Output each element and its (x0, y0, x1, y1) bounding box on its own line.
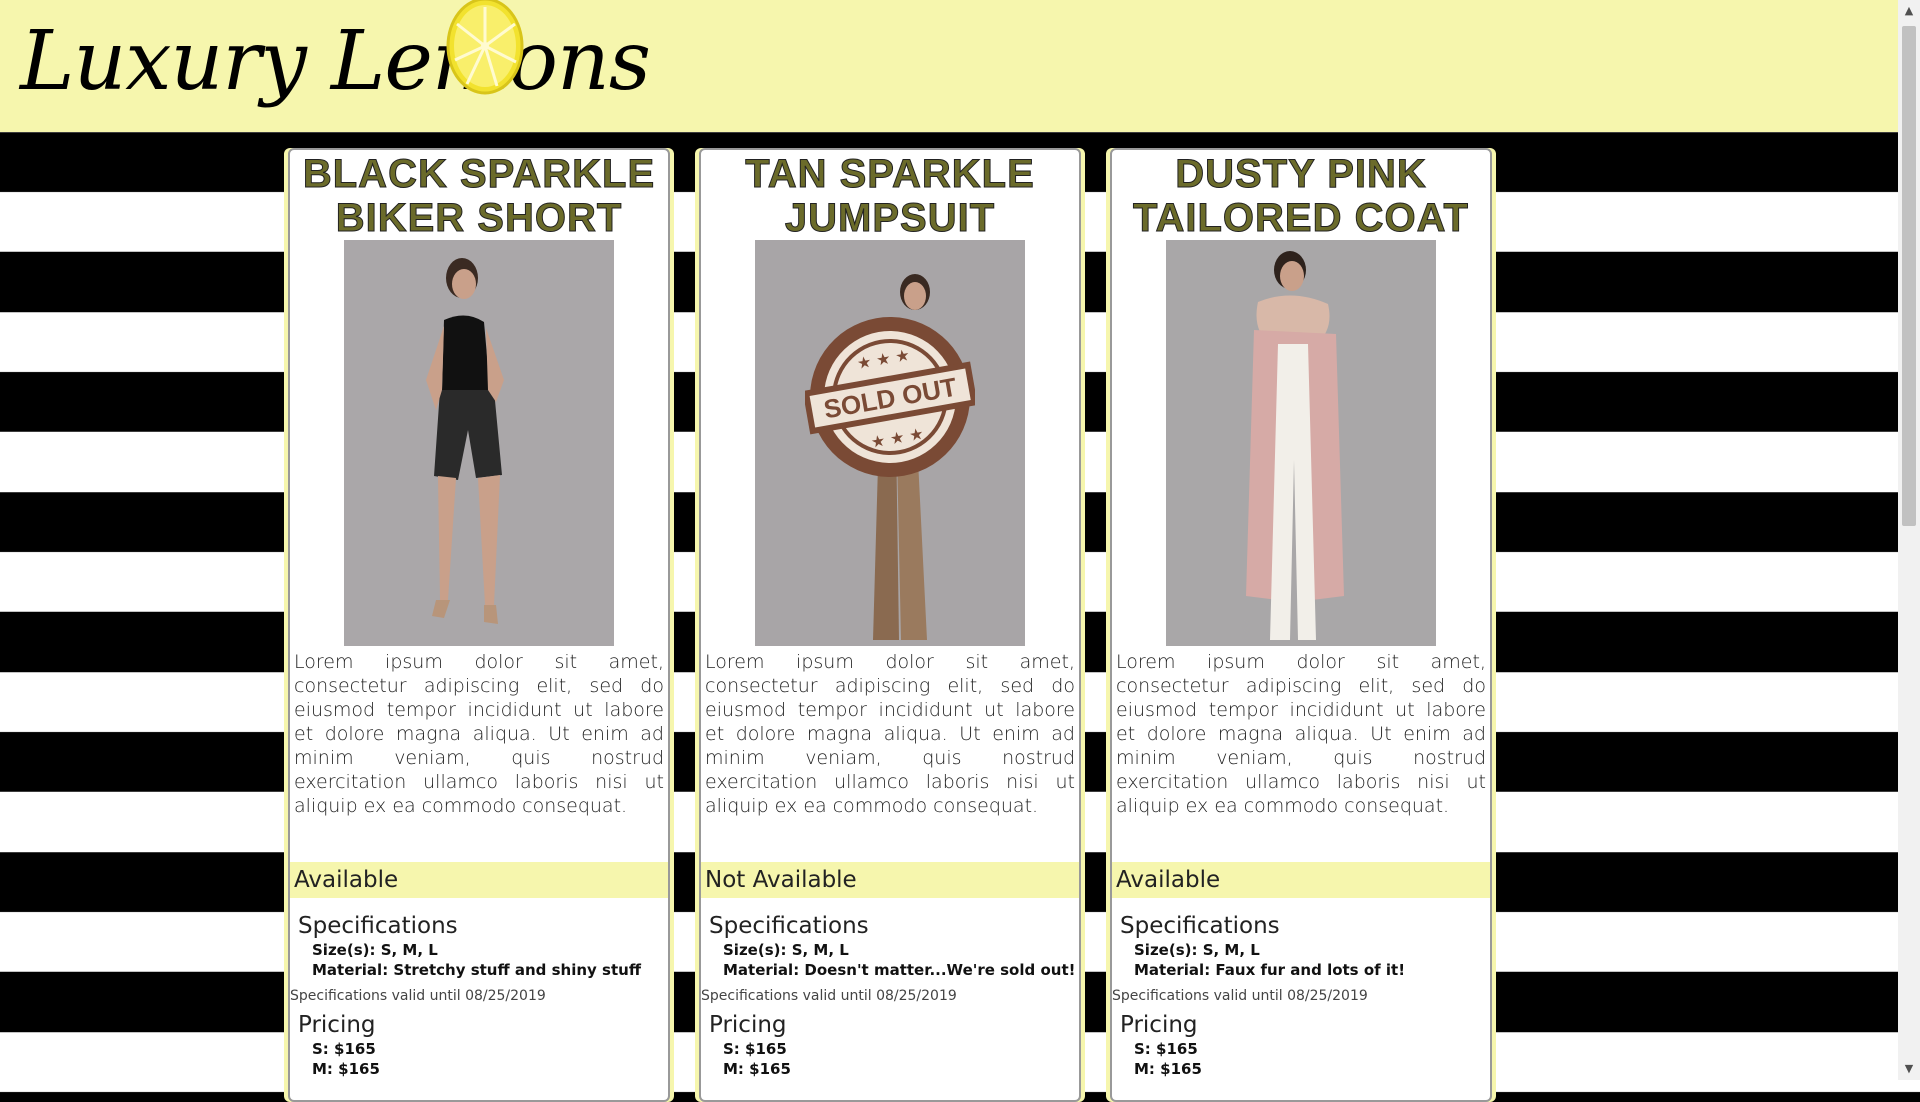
vertical-scrollbar[interactable]: ▲ ▼ (1898, 0, 1920, 1080)
spec-sizes: Size(s): S, M, L (1134, 941, 1260, 959)
specs-valid-until: Specifications valid until 08/25/2019 (290, 988, 546, 1004)
pricing-heading: Pricing (298, 1012, 376, 1038)
sold-out-stamp-icon: SOLD OUT ★ ★ ★ ★ ★ ★ (805, 317, 975, 477)
model-figure (344, 240, 614, 646)
specs-heading: Specifications (709, 913, 869, 939)
site-header: Luxury Lemons (0, 0, 1898, 132)
logo-text[interactable]: Luxury Lemons (20, 14, 651, 109)
product-description: Lorem ipsum dolor sit amet, consectetur … (1116, 651, 1486, 817)
specs-valid-until: Specifications valid until 08/25/2019 (701, 988, 957, 1004)
product-photo[interactable]: SOLD OUT ★ ★ ★ ★ ★ ★ (755, 240, 1025, 646)
availability-banner: Available (290, 862, 668, 898)
availability-banner: Available (1112, 862, 1490, 898)
scroll-thumb[interactable] (1902, 26, 1916, 526)
scroll-up-arrow-icon[interactable]: ▲ (1898, 2, 1920, 20)
product-title: TAN SPARKLE JUMPSUIT (745, 152, 1035, 241)
model-figure (1166, 240, 1436, 646)
pricing-heading: Pricing (709, 1012, 787, 1038)
product-title: BLACK SPARKLE BIKER SHORT (302, 152, 656, 241)
product-description: Lorem ipsum dolor sit amet, consectetur … (294, 651, 664, 817)
product-card: BLACK SPARKLE BIKER SHORT Lorem ipsum do… (288, 148, 670, 1102)
specs-heading: Specifications (1120, 913, 1280, 939)
product-card: DUSTY PINK TAILORED COAT Lorem ipsum dol… (1110, 148, 1492, 1102)
price-medium: M: $165 (312, 1060, 380, 1078)
product-title: DUSTY PINK TAILORED COAT (1133, 152, 1469, 241)
spec-material: Material: Doesn't matter...We're sold ou… (723, 961, 1076, 979)
product-description: Lorem ipsum dolor sit amet, consectetur … (705, 651, 1075, 817)
specs-valid-until: Specifications valid until 08/25/2019 (1112, 988, 1368, 1004)
lemon-slice-icon (446, 0, 524, 95)
scroll-down-arrow-icon[interactable]: ▼ (1898, 1060, 1920, 1078)
product-card: TAN SPARKLE JUMPSUIT SOLD OUT ★ ★ ★ ★ ★ … (699, 148, 1081, 1102)
specs-heading: Specifications (298, 913, 458, 939)
product-photo[interactable] (1166, 240, 1436, 646)
spec-material: Material: Stretchy stuff and shiny stuff (312, 961, 641, 979)
availability-banner: Not Available (701, 862, 1079, 898)
price-small: S: $165 (1134, 1040, 1198, 1058)
price-medium: M: $165 (1134, 1060, 1202, 1078)
spec-sizes: Size(s): S, M, L (312, 941, 438, 959)
spec-sizes: Size(s): S, M, L (723, 941, 849, 959)
product-photo[interactable] (344, 240, 614, 646)
price-medium: M: $165 (723, 1060, 791, 1078)
spec-material: Material: Faux fur and lots of it! (1134, 961, 1406, 979)
pricing-heading: Pricing (1120, 1012, 1198, 1038)
price-small: S: $165 (312, 1040, 376, 1058)
price-small: S: $165 (723, 1040, 787, 1058)
